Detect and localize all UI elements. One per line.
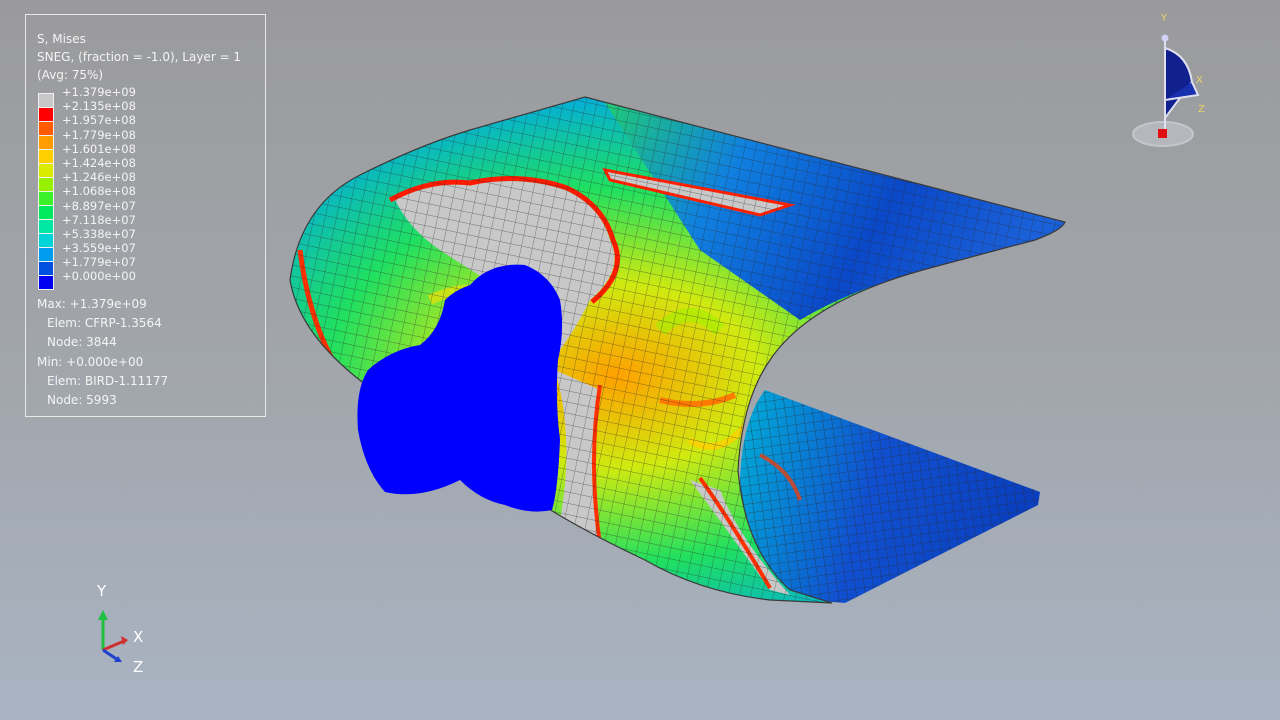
legend-value-label: +2.135e+08 xyxy=(62,99,136,114)
legend-value-labels: +1.379e+09 +2.135e+08 +1.957e+08 +1.779e+08… xyxy=(62,85,136,284)
legend-value-label: +1.424e+08 xyxy=(62,155,136,170)
legend-swatch xyxy=(38,150,54,164)
view-cube-x-label: X xyxy=(1196,75,1203,86)
legend-stats: Max: +1.379e+09 Elem: CFRP-1.3564 Node: … xyxy=(37,295,168,410)
legend-swatch xyxy=(38,164,54,178)
triad-y-label: Y xyxy=(97,582,107,600)
legend-value-label: +1.957e+08 xyxy=(62,113,136,128)
legend-value-label: +1.379e+09 xyxy=(62,85,136,99)
max-elem: Elem: CFRP-1.3564 xyxy=(47,316,162,331)
legend-value-label: +8.897e+07 xyxy=(62,198,136,213)
max-value: Max: +1.379e+09 xyxy=(37,297,147,311)
lower-flange xyxy=(740,390,1040,603)
triad-x-label: X xyxy=(133,628,144,646)
min-value: Min: +0.000e+00 xyxy=(37,354,144,369)
legend-value-label: +1.779e+08 xyxy=(62,127,136,142)
legend-value-label: +1.601e+08 xyxy=(62,141,136,156)
max-node: Node: 3844 xyxy=(47,335,117,350)
legend-value-label: +1.246e+08 xyxy=(62,170,136,185)
legend-value-label: +1.068e+08 xyxy=(62,184,136,199)
min-elem: Elem: BIRD-1.11177 xyxy=(47,373,169,388)
legend-swatch xyxy=(38,262,54,276)
legend-value-label: +3.559e+07 xyxy=(62,241,136,256)
legend-swatch xyxy=(38,178,54,192)
min-node: Node: 5993 xyxy=(47,392,117,407)
legend-swatch xyxy=(38,122,54,136)
legend-swatch xyxy=(38,192,54,206)
legend-title: S, Mises xyxy=(37,32,86,46)
legend-subtitle: SNEG, (fraction = -1.0), Layer = 1 xyxy=(37,50,242,64)
legend-color-bar xyxy=(38,93,54,290)
legend-value-label: +0.000e+00 xyxy=(62,269,136,284)
legend-swatch xyxy=(38,276,54,290)
view-orientation-cube[interactable] xyxy=(1132,34,1200,147)
legend-swatch xyxy=(38,206,54,220)
legend-swatch xyxy=(38,93,54,108)
legend-swatch xyxy=(38,220,54,234)
triad-z-label: Z xyxy=(133,658,144,676)
origin-triad xyxy=(98,610,128,662)
legend-value-label: +1.779e+07 xyxy=(62,255,136,270)
view-cube-z-label: Z xyxy=(1198,104,1205,115)
view-cube-y-label: Y xyxy=(1161,13,1168,24)
legend-value-label: +5.338e+07 xyxy=(62,226,136,241)
legend-swatch xyxy=(38,108,54,122)
legend-swatch xyxy=(38,248,54,262)
legend-swatch xyxy=(38,136,54,150)
legend-value-label: +7.118e+07 xyxy=(62,212,136,227)
legend-averaging: (Avg: 75%) xyxy=(37,68,104,82)
legend-swatch xyxy=(38,234,54,248)
contour-legend: S, Mises SNEG, (fraction = -1.0), Layer … xyxy=(25,14,266,417)
